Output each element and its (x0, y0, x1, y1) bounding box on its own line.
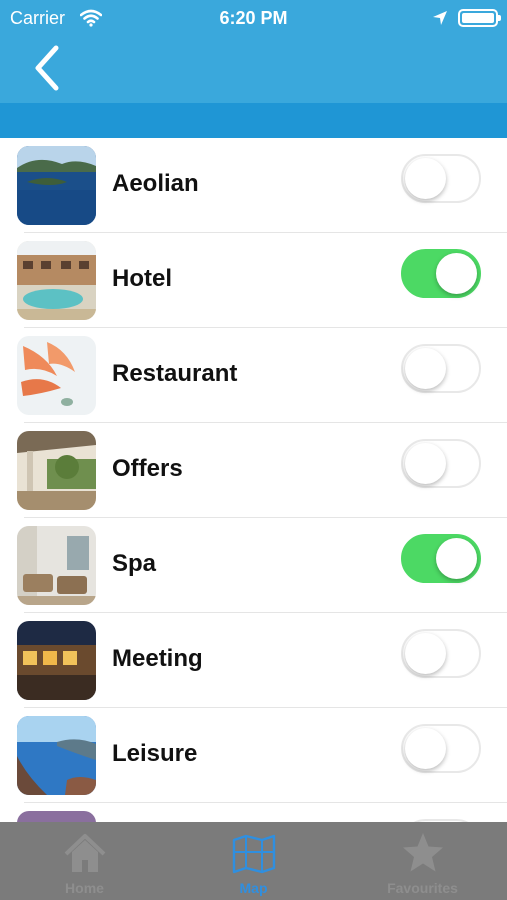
hotel-thumbnail (17, 241, 96, 320)
leisure-toggle[interactable] (401, 724, 481, 773)
spa-thumbnail (17, 526, 96, 605)
list-item-restaurant[interactable]: Restaurant (0, 328, 507, 423)
meeting-toggle[interactable] (401, 629, 481, 678)
status-time: 6:20 PM (219, 8, 288, 28)
item-label: Spa (112, 550, 157, 577)
item-label: Meeting (112, 645, 203, 672)
tab-bar: Home Map Favourites (0, 822, 507, 900)
list-item-meeting[interactable]: Meeting (0, 613, 507, 708)
restaurant-thumbnail (17, 336, 96, 415)
list-item-leisure[interactable]: Leisure (0, 708, 507, 803)
sub-header-bar (0, 103, 507, 138)
home-icon (64, 834, 106, 872)
item-label: Aeolian (112, 170, 199, 197)
tab-label: Favourites (387, 880, 458, 896)
offers-toggle[interactable] (401, 439, 481, 488)
tab-label: Home (65, 880, 104, 896)
tab-home[interactable]: Home (0, 822, 169, 900)
category-list: Aeolian Hotel Restaurant Offers Spa Meet… (0, 138, 507, 822)
back-button[interactable] (28, 44, 72, 94)
tab-map[interactable]: Map (169, 822, 338, 900)
battery-icon (458, 9, 501, 27)
aeolian-toggle[interactable] (401, 154, 481, 203)
location-arrow-icon (432, 10, 448, 31)
aeolian-thumbnail (17, 146, 96, 225)
hotel-toggle[interactable] (401, 249, 481, 298)
item-label: Hotel (112, 265, 172, 292)
chevron-left-icon (35, 45, 59, 91)
item-label: Restaurant (112, 360, 238, 387)
item-label: Leisure (112, 740, 198, 767)
tab-favourites[interactable]: Favourites (338, 822, 507, 900)
star-icon (403, 833, 443, 872)
list-item-hotel[interactable]: Hotel (0, 233, 507, 328)
list-item-spa[interactable]: Spa (0, 518, 507, 613)
list-item-aeolian[interactable]: Aeolian (0, 138, 507, 233)
meeting-thumbnail (17, 621, 96, 700)
restaurant-toggle[interactable] (401, 344, 481, 393)
navigation-bar: Carrier 6:20 PM (0, 0, 507, 103)
spa-toggle[interactable] (401, 534, 481, 583)
map-icon (232, 834, 276, 874)
list-item-offers[interactable]: Offers (0, 423, 507, 518)
item-label: Offers (112, 455, 183, 482)
status-bar: Carrier 6:20 PM (0, 0, 507, 36)
leisure-thumbnail (17, 716, 96, 795)
partial-thumbnail (17, 811, 96, 822)
offers-thumbnail (17, 431, 96, 510)
list-item-partial[interactable] (0, 803, 507, 822)
tab-label: Map (239, 880, 268, 896)
